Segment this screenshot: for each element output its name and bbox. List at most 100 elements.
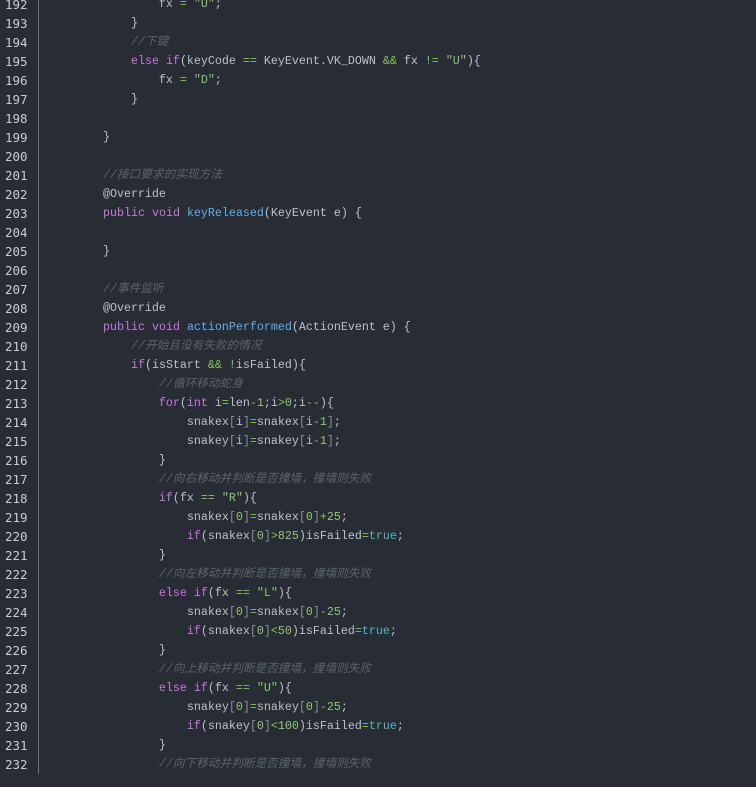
line-number: 227 [0,660,39,679]
code-line[interactable]: 219 snakex[0]=snakex[0]+25; [0,508,756,527]
code-line[interactable]: 224 snakex[0]=snakex[0]-25; [0,603,756,622]
code-line[interactable]: 201 //接口要求的实现方法 [0,166,756,185]
line-number: 199 [0,128,39,147]
code-line[interactable]: 205 } [0,242,756,261]
code-line[interactable]: 216 } [0,451,756,470]
code-line[interactable]: 203 public void keyReleased(KeyEvent e) … [0,204,756,223]
code-line[interactable]: 228 else if(fx == "U"){ [0,679,756,698]
code-text: if(isStart && !isFailed){ [130,358,306,372]
code-text: @Override [47,301,166,315]
code-text: snakey[i]=snakey[i-1]; [47,434,341,448]
code-text: @Override [47,187,166,201]
code-line[interactable]: 206 [0,261,756,280]
code-text: else if(fx == "L"){ [158,586,292,600]
line-number: 232 [0,755,39,774]
code-text: if(fx == "R"){ [158,491,257,505]
code-text: //向右移动并判断是否撞墙，撞墙则失败 [158,472,372,486]
code-line[interactable]: 223 else if(fx == "L"){ [0,584,756,603]
line-number: 211 [0,356,39,375]
code-line[interactable]: 225 if(snakex[0]<50)isFailed=true; [0,622,756,641]
code-line[interactable]: 211 if(isStart && !isFailed){ [0,356,756,375]
code-text: } [47,244,110,258]
line-number: 201 [0,166,39,185]
code-text: //下键 [130,35,169,49]
line-number: 212 [0,375,39,394]
code-line[interactable]: 226 } [0,641,756,660]
line-number: 224 [0,603,39,622]
code-text: } [47,643,166,657]
code-text: if(snakex[0]>825)isFailed=true; [186,529,404,543]
code-text: //向上移动并判断是否撞墙，撞墙则失败 [158,662,372,676]
code-line[interactable]: 193 } [0,14,756,33]
code-text: //开始且没有失败的情况 [130,339,262,353]
line-number: 196 [0,71,39,90]
line-number: 221 [0,546,39,565]
code-line[interactable]: 218 if(fx == "R"){ [0,489,756,508]
code-line[interactable]: 221 } [0,546,756,565]
code-editor[interactable]: 191 else if(keyCode == KeyEvent.VK_UP &&… [0,0,756,774]
line-number: 194 [0,33,39,52]
code-line[interactable]: 194 //下键 [0,33,756,52]
code-line[interactable]: 200 [0,147,756,166]
code-text: //向左移动并判断是否撞墙，撞墙则失败 [158,567,372,581]
line-number: 220 [0,527,39,546]
code-line[interactable]: 222 //向左移动并判断是否撞墙，撞墙则失败 [0,565,756,584]
code-text: public void keyReleased(KeyEvent e) { [102,206,362,220]
code-line[interactable]: 202 @Override [0,185,756,204]
line-number: 231 [0,736,39,755]
code-line[interactable]: 199 } [0,128,756,147]
code-text: //循环移动蛇身 [158,377,243,391]
code-line[interactable]: 197 } [0,90,756,109]
code-text: //事件监听 [102,282,164,296]
line-number: 214 [0,413,39,432]
code-line[interactable]: 192 fx = "U"; [0,0,756,14]
line-number: 195 [0,52,39,71]
code-text: } [47,548,166,562]
code-text: if(snakey[0]<100)isFailed=true; [186,719,404,733]
line-number: 225 [0,622,39,641]
code-line[interactable]: 207 //事件监听 [0,280,756,299]
code-line[interactable]: 217 //向右移动并判断是否撞墙，撞墙则失败 [0,470,756,489]
code-text: //接口要求的实现方法 [102,168,222,182]
line-number: 226 [0,641,39,660]
code-line[interactable]: 227 //向上移动并判断是否撞墙，撞墙则失败 [0,660,756,679]
line-number: 193 [0,14,39,33]
code-line[interactable]: 196 fx = "D"; [0,71,756,90]
code-line[interactable]: 195 else if(keyCode == KeyEvent.VK_DOWN … [0,52,756,71]
code-line[interactable]: 209 public void actionPerformed(ActionEv… [0,318,756,337]
code-line[interactable]: 198 [0,109,756,128]
code-line[interactable]: 232 //向下移动并判断是否撞墙，撞墙则失败 [0,755,756,774]
code-line[interactable]: 229 snakey[0]=snakey[0]-25; [0,698,756,717]
code-line[interactable]: 230 if(snakey[0]<100)isFailed=true; [0,717,756,736]
code-line[interactable]: 214 snakex[i]=snakex[i-1]; [0,413,756,432]
code-text: public void actionPerformed(ActionEvent … [102,320,411,334]
line-number: 222 [0,565,39,584]
code-line[interactable]: 220 if(snakex[0]>825)isFailed=true; [0,527,756,546]
code-line[interactable]: 204 [0,223,756,242]
code-text: for(int i=len-1;i>0;i--){ [158,396,334,410]
line-number: 204 [0,223,39,242]
line-number: 209 [0,318,39,337]
line-number: 217 [0,470,39,489]
line-number: 205 [0,242,39,261]
code-text: } [47,92,138,106]
code-text: snakex[0]=snakex[0]-25; [47,605,348,619]
line-number: 197 [0,90,39,109]
code-line[interactable]: 231 } [0,736,756,755]
code-line[interactable]: 213 for(int i=len-1;i>0;i--){ [0,394,756,413]
line-number: 206 [0,261,39,280]
code-line[interactable]: 208 @Override [0,299,756,318]
line-number: 215 [0,432,39,451]
code-line[interactable]: 210 //开始且没有失败的情况 [0,337,756,356]
line-number: 192 [0,0,39,14]
code-line[interactable]: 212 //循环移动蛇身 [0,375,756,394]
line-number: 208 [0,299,39,318]
line-number: 207 [0,280,39,299]
code-text: } [47,130,110,144]
code-line[interactable]: 215 snakey[i]=snakey[i-1]; [0,432,756,451]
line-number: 200 [0,147,39,166]
line-number: 202 [0,185,39,204]
line-number: 230 [0,717,39,736]
